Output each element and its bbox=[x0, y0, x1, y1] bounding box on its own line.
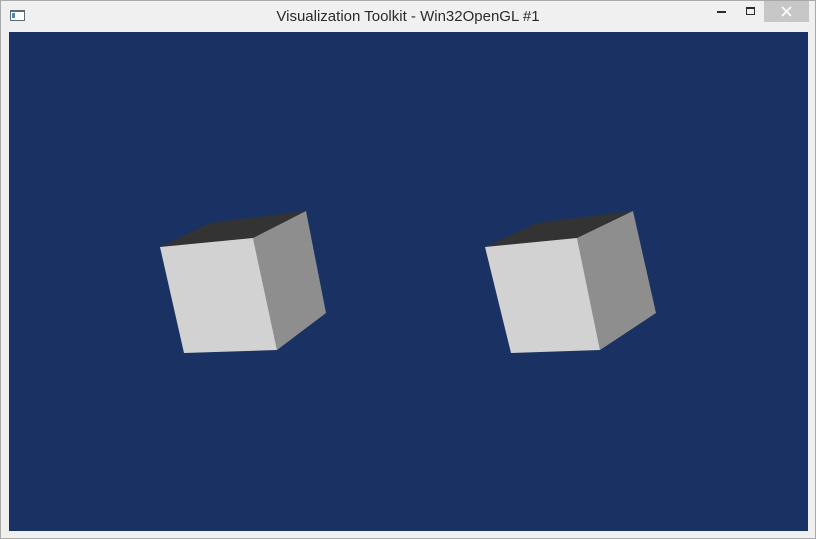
close-icon bbox=[781, 6, 792, 17]
maximize-icon bbox=[746, 7, 755, 15]
minimize-button[interactable] bbox=[707, 1, 736, 22]
right-cube[interactable] bbox=[485, 211, 656, 353]
vtk-render-window: Visualization Toolkit - Win32OpenGL #1 bbox=[0, 0, 816, 539]
minimize-icon bbox=[717, 11, 726, 13]
window-title: Visualization Toolkit - Win32OpenGL #1 bbox=[276, 8, 540, 25]
maximize-button[interactable] bbox=[736, 1, 765, 22]
close-button[interactable] bbox=[764, 1, 809, 22]
app-window-icon[interactable] bbox=[10, 10, 25, 21]
render-viewport[interactable] bbox=[9, 32, 808, 531]
left-cube[interactable] bbox=[160, 211, 326, 353]
scene-canvas bbox=[160, 211, 656, 353]
title-bar[interactable]: Visualization Toolkit - Win32OpenGL #1 bbox=[1, 1, 815, 32]
